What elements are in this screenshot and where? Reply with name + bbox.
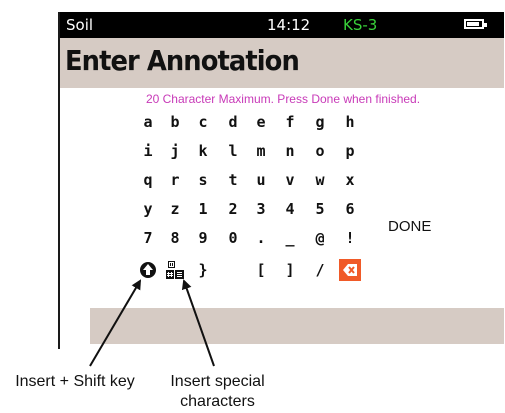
special-characters-caption: Insert special characters: [170, 373, 265, 410]
shift-callout-arrow: [89, 279, 142, 367]
callout-arrows: [89, 279, 215, 367]
shift-key-caption: Insert + Shift key: [15, 373, 135, 390]
special-callout-arrow: [181, 279, 215, 367]
